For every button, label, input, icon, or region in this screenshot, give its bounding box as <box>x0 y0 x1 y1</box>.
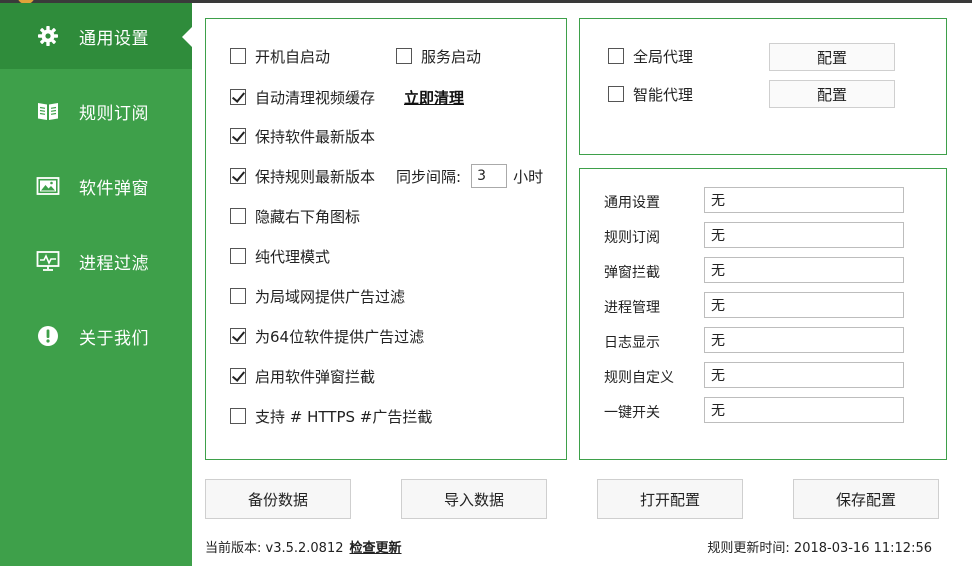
autostart-option[interactable]: 开机自启动 <box>230 45 330 67</box>
import-data-button[interactable]: 导入数据 <box>401 479 547 519</box>
hotkey-input-process-manage[interactable] <box>704 292 904 318</box>
https-filter-label: 支持 # HTTPS #广告拦截 <box>255 407 433 426</box>
rule-update-time: 规则更新时间: 2018-03-16 11:12:56 <box>707 541 932 556</box>
https-filter-option[interactable]: 支持 # HTTPS #广告拦截 <box>230 405 432 427</box>
hide-tray-icon-label: 隐藏右下角图标 <box>255 207 361 226</box>
x64-filter-option[interactable]: 为64位软件提供广告过滤 <box>230 325 424 347</box>
info-icon <box>36 325 60 347</box>
book-icon <box>36 100 60 122</box>
lan-filter-option[interactable]: 为局域网提供广告过滤 <box>230 285 405 307</box>
pure-proxy-checkbox[interactable] <box>230 248 246 264</box>
smart-proxy-label: 智能代理 <box>633 85 694 104</box>
hotkey-label-rule-custom: 规则自定义 <box>604 370 674 386</box>
save-config-button[interactable]: 保存配置 <box>793 479 939 519</box>
popup-block-option[interactable]: 启用软件弹窗拦截 <box>230 365 375 387</box>
lan-filter-checkbox[interactable] <box>230 288 246 304</box>
popup-block-checkbox[interactable] <box>230 368 246 384</box>
keep-latest-version-label: 保持软件最新版本 <box>255 127 376 146</box>
service-start-label: 服务启动 <box>421 47 482 66</box>
autostart-checkbox[interactable] <box>230 48 246 64</box>
sidebar-item-general-settings[interactable]: 通用设置 <box>0 3 192 69</box>
global-proxy-config-button[interactable]: 配置 <box>769 43 895 71</box>
version-label: 当前版本: v3.5.2.0812 <box>205 541 344 556</box>
popup-block-label: 启用软件弹窗拦截 <box>255 367 376 386</box>
sync-interval-input[interactable] <box>471 164 508 188</box>
sync-interval-row: 同步间隔: 小时 <box>396 164 544 188</box>
sidebar-item-label: 规则订阅 <box>79 104 149 124</box>
sync-interval-unit: 小时 <box>513 167 544 186</box>
open-config-button[interactable]: 打开配置 <box>597 479 743 519</box>
hotkey-label-one-key-toggle: 一键开关 <box>604 405 660 421</box>
hotkey-label-rule-subscription: 规则订阅 <box>604 230 660 246</box>
service-start-option[interactable]: 服务启动 <box>396 45 481 67</box>
global-proxy-checkbox[interactable] <box>608 48 624 64</box>
global-proxy-label: 全局代理 <box>633 47 694 66</box>
autostart-label: 开机自启动 <box>255 47 331 66</box>
hide-tray-icon-checkbox[interactable] <box>230 208 246 224</box>
sidebar-item-software-popup[interactable]: 软件弹窗 <box>0 153 192 219</box>
hotkey-label-general-settings: 通用设置 <box>604 195 660 211</box>
pure-proxy-option[interactable]: 纯代理模式 <box>230 245 330 267</box>
hotkey-label-log-display: 日志显示 <box>604 335 660 351</box>
sidebar-item-rule-subscription[interactable]: 规则订阅 <box>0 78 192 144</box>
smart-proxy-config-button[interactable]: 配置 <box>769 80 895 108</box>
pure-proxy-label: 纯代理模式 <box>255 247 331 266</box>
auto-clean-cache-label: 自动清理视频缓存 <box>255 88 376 107</box>
auto-clean-cache-option[interactable]: 自动清理视频缓存 <box>230 86 375 108</box>
hotkey-input-popup-block[interactable] <box>704 257 904 283</box>
keep-latest-version-option[interactable]: 保持软件最新版本 <box>230 125 375 147</box>
hotkey-label-process-manage: 进程管理 <box>604 300 660 316</box>
hotkey-input-general-settings[interactable] <box>704 187 904 213</box>
hotkey-label-popup-block: 弹窗拦截 <box>604 265 660 281</box>
keep-rules-latest-option[interactable]: 保持规则最新版本 <box>230 165 375 187</box>
hotkey-input-rule-custom[interactable] <box>704 362 904 388</box>
sidebar-item-process-filter[interactable]: 进程过滤 <box>0 228 192 294</box>
keep-rules-latest-label: 保持规则最新版本 <box>255 167 376 186</box>
active-indicator-arrow <box>182 27 192 47</box>
general-options-panel <box>205 18 567 460</box>
backup-data-button[interactable]: 备份数据 <box>205 479 351 519</box>
gear-icon <box>36 25 60 47</box>
monitor-icon <box>36 250 60 272</box>
auto-clean-cache-checkbox[interactable] <box>230 89 246 105</box>
hide-tray-icon-option[interactable]: 隐藏右下角图标 <box>230 205 360 227</box>
sidebar-item-label: 进程过滤 <box>79 254 149 274</box>
keep-rules-latest-checkbox[interactable] <box>230 168 246 184</box>
image-window-icon <box>36 175 60 197</box>
sync-interval-label: 同步间隔: <box>396 167 462 186</box>
lan-filter-label: 为局域网提供广告过滤 <box>255 287 406 306</box>
service-start-checkbox[interactable] <box>396 48 412 64</box>
check-update-link[interactable]: 检查更新 <box>350 541 402 556</box>
https-filter-checkbox[interactable] <box>230 408 246 424</box>
clean-now-link[interactable]: 立即清理 <box>404 87 464 108</box>
sidebar-item-label: 关于我们 <box>79 329 149 349</box>
sidebar-item-label: 软件弹窗 <box>79 179 149 199</box>
keep-latest-version-checkbox[interactable] <box>230 128 246 144</box>
x64-filter-checkbox[interactable] <box>230 328 246 344</box>
clean-now-row: 立即清理 <box>404 86 464 108</box>
version-info: 当前版本: v3.5.2.0812 检查更新 <box>205 537 402 556</box>
global-proxy-option[interactable]: 全局代理 <box>608 45 693 67</box>
smart-proxy-checkbox[interactable] <box>608 86 624 102</box>
hotkey-input-rule-subscription[interactable] <box>704 222 904 248</box>
hotkey-input-one-key-toggle[interactable] <box>704 397 904 423</box>
sidebar-item-label: 通用设置 <box>79 29 149 49</box>
sidebar: 通用设置 规则订阅 软件弹窗 进程过滤 关于我们 <box>0 3 192 566</box>
sidebar-item-about-us[interactable]: 关于我们 <box>0 303 192 369</box>
x64-filter-label: 为64位软件提供广告过滤 <box>255 327 425 346</box>
smart-proxy-option[interactable]: 智能代理 <box>608 83 693 105</box>
hotkey-input-log-display[interactable] <box>704 327 904 353</box>
